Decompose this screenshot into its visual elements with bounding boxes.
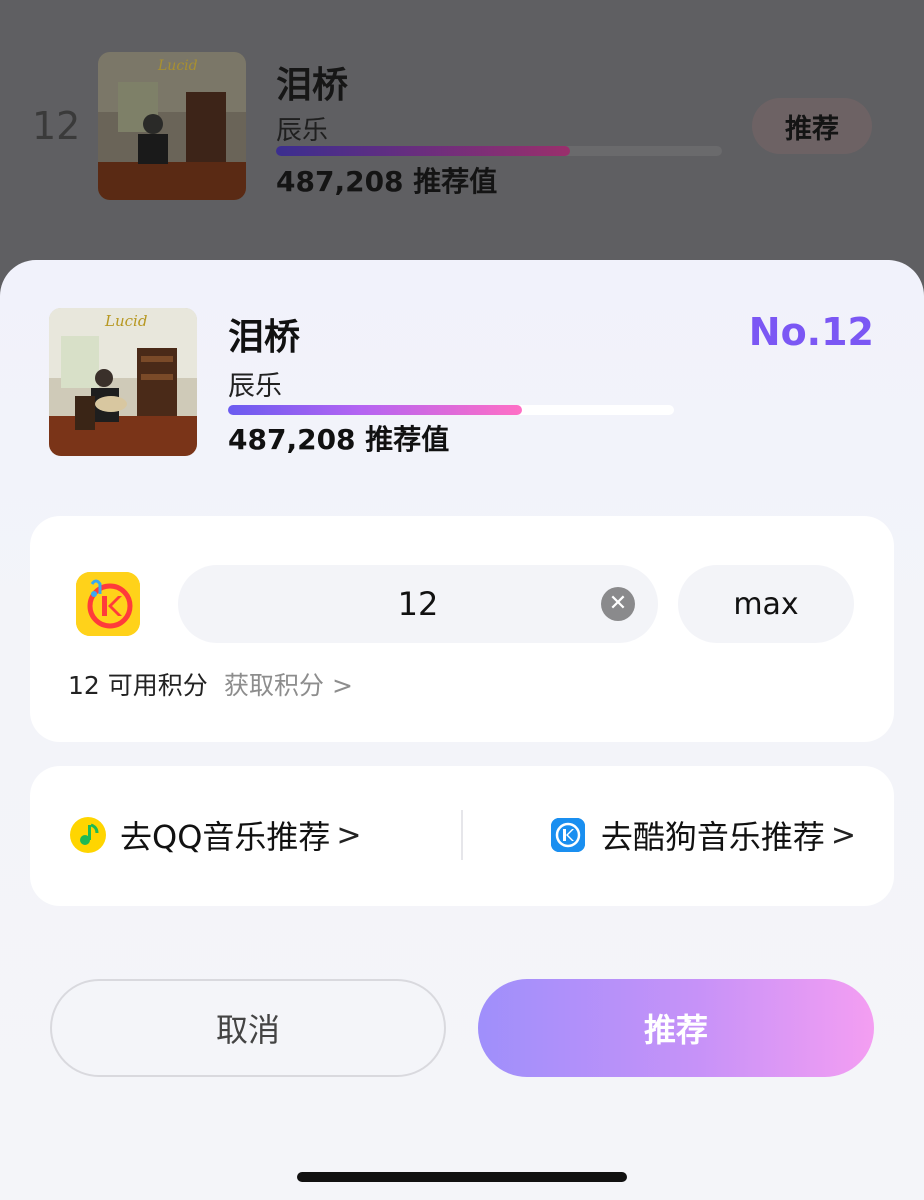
qq-music-link[interactable]: 去QQ音乐推荐 > [70, 812, 362, 858]
chevron-right-icon: > [830, 817, 856, 853]
artist-name: 辰乐 [228, 371, 282, 402]
kugou-music-link[interactable]: 去酷狗音乐推荐 > [550, 812, 856, 858]
recommend-button[interactable]: 推荐 [752, 98, 872, 154]
album-cover: Lucid [98, 52, 246, 200]
score-text: 487,208 推荐值 [228, 423, 450, 456]
confirm-recommend-button[interactable]: 推荐 [478, 979, 874, 1077]
rank-badge: No.12 [748, 310, 874, 354]
chevron-right-icon: > [336, 817, 362, 853]
vote-progress-fill [228, 405, 523, 415]
home-indicator [297, 1172, 627, 1182]
recommend-sheet: Lucid 泪桥 辰乐 487,208 推荐值 No.12 12 ✕ max 1… [0, 260, 924, 1200]
kugou-music-icon [550, 818, 585, 852]
svg-text:Lucid: Lucid [104, 312, 147, 330]
get-points-link[interactable]: 获取积分 > [224, 666, 353, 702]
qq-music-icon [70, 817, 106, 853]
external-links-card: 去QQ音乐推荐 > 去酷狗音乐推荐 > [30, 766, 894, 906]
max-button[interactable]: max [678, 565, 854, 643]
clear-icon[interactable]: ✕ [601, 587, 635, 621]
vote-progress-fill [276, 146, 571, 156]
score-text: 487,208 推荐值 [276, 165, 498, 198]
available-points: 12 可用积分 [68, 671, 208, 700]
song-title: 泪桥 [228, 317, 301, 358]
cancel-button[interactable]: 取消 [50, 979, 446, 1077]
divider [461, 810, 463, 860]
svg-text:Lucid: Lucid [157, 58, 198, 74]
song-title: 泪桥 [276, 65, 349, 106]
artist-name: 辰乐 [276, 116, 329, 146]
album-cover: Lucid [49, 308, 197, 456]
vote-amount-card: 12 ✕ max 12 可用积分 获取积分 > [30, 516, 894, 742]
background-chart-row: 12 Lucid 泪桥 辰乐 487,208 推荐值 推荐 [0, 0, 924, 260]
quantity-value: 12 [397, 585, 439, 623]
kugou-music-label: 去酷狗音乐推荐 [600, 818, 825, 856]
vote-progress-bar [276, 146, 722, 156]
kuwo-music-icon [76, 572, 140, 636]
qq-music-label: 去QQ音乐推荐 [120, 818, 331, 856]
quantity-input[interactable]: 12 ✕ [178, 565, 658, 643]
vote-progress-bar [228, 405, 674, 415]
rank-number: 12 [32, 104, 81, 148]
